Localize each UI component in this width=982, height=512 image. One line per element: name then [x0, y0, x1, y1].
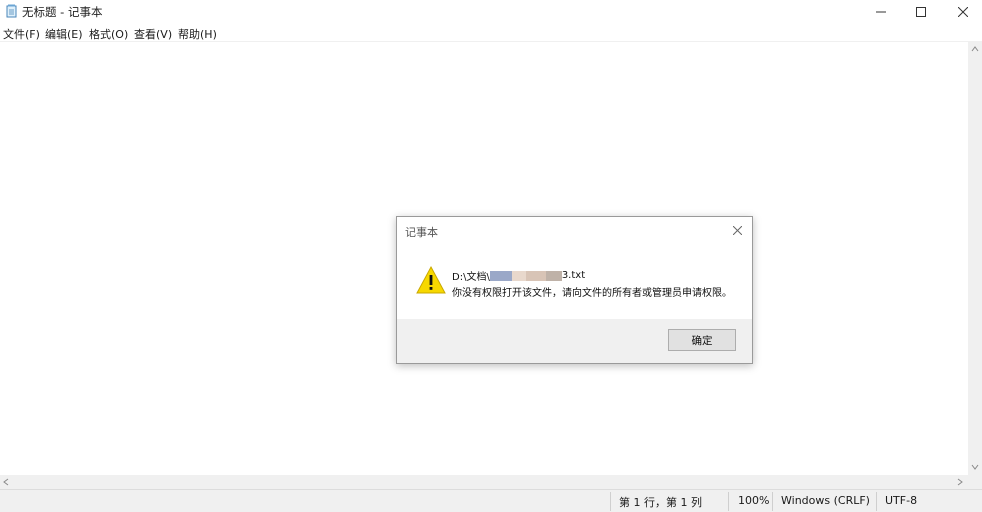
status-divider — [772, 492, 773, 511]
redacted-region — [489, 270, 512, 281]
scrollbar-corner — [968, 475, 982, 489]
redacted-region — [511, 270, 526, 281]
window-title: 无标题 - 记事本 — [22, 5, 103, 19]
status-divider — [610, 492, 611, 511]
menu-help[interactable]: 帮助(H) — [178, 26, 217, 42]
dialog-close-button[interactable] — [729, 222, 745, 238]
maximize-icon — [916, 7, 926, 17]
status-encoding: UTF-8 — [885, 494, 918, 507]
file-path-prefix: D:\文档\ — [452, 272, 490, 283]
error-dialog: 记事本 D:\文档\ 3.txt 你没有权限打开该文件，请向文件的所有者或管理员… — [396, 216, 753, 364]
scroll-up-icon[interactable] — [971, 45, 979, 53]
status-bar: 第 1 行，第 1 列 100% Windows (CRLF) UTF-8 — [0, 489, 982, 512]
ok-button[interactable]: 确定 — [668, 329, 736, 351]
vertical-scrollbar[interactable] — [968, 42, 982, 475]
status-divider — [876, 492, 877, 511]
scroll-down-icon[interactable] — [971, 463, 979, 471]
scroll-right-icon[interactable] — [956, 478, 964, 486]
title-bar: 无标题 - 记事本 — [0, 0, 982, 24]
redacted-region — [545, 270, 562, 281]
notepad-icon — [6, 4, 17, 18]
menu-bar: 文件(F) 编辑(E) 格式(O) 查看(V) 帮助(H) — [0, 24, 982, 42]
redacted-region — [525, 270, 546, 281]
status-divider — [728, 492, 729, 511]
menu-file[interactable]: 文件(F) — [3, 26, 40, 42]
status-line-ending: Windows (CRLF) — [781, 494, 870, 507]
dialog-title: 记事本 — [405, 226, 438, 239]
dialog-message: 你没有权限打开该文件，请向文件的所有者或管理员申请权限。 — [452, 288, 732, 299]
file-path-suffix: 3.txt — [561, 270, 586, 281]
dialog-file-path: D:\文档\ 3.txt — [452, 268, 585, 283]
scroll-left-icon[interactable] — [2, 478, 10, 486]
close-icon — [958, 7, 968, 17]
dialog-footer: 确定 — [397, 319, 752, 363]
menu-view[interactable]: 查看(V) — [134, 26, 172, 42]
menu-format[interactable]: 格式(O) — [89, 26, 128, 42]
warning-icon — [416, 265, 446, 294]
maximize-button[interactable] — [898, 0, 944, 24]
menu-edit[interactable]: 编辑(E) — [45, 26, 83, 42]
status-zoom: 100% — [738, 494, 770, 507]
close-button[interactable] — [940, 0, 982, 24]
minimize-icon — [876, 11, 886, 13]
close-icon — [732, 225, 742, 235]
status-cursor-position: 第 1 行，第 1 列 — [619, 496, 702, 509]
horizontal-scrollbar[interactable] — [0, 475, 968, 489]
